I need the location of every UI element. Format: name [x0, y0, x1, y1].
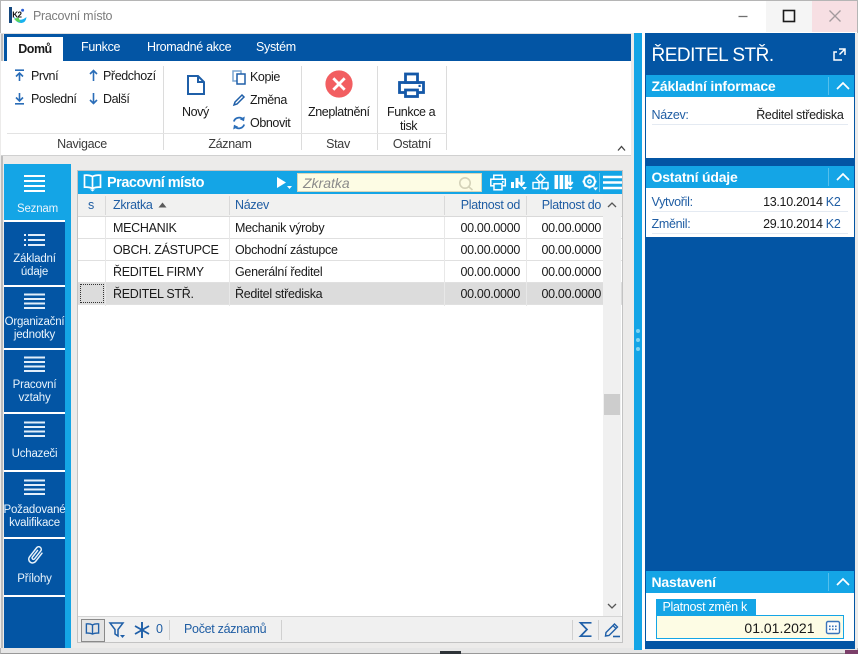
svg-text:K2: K2 [12, 11, 22, 20]
